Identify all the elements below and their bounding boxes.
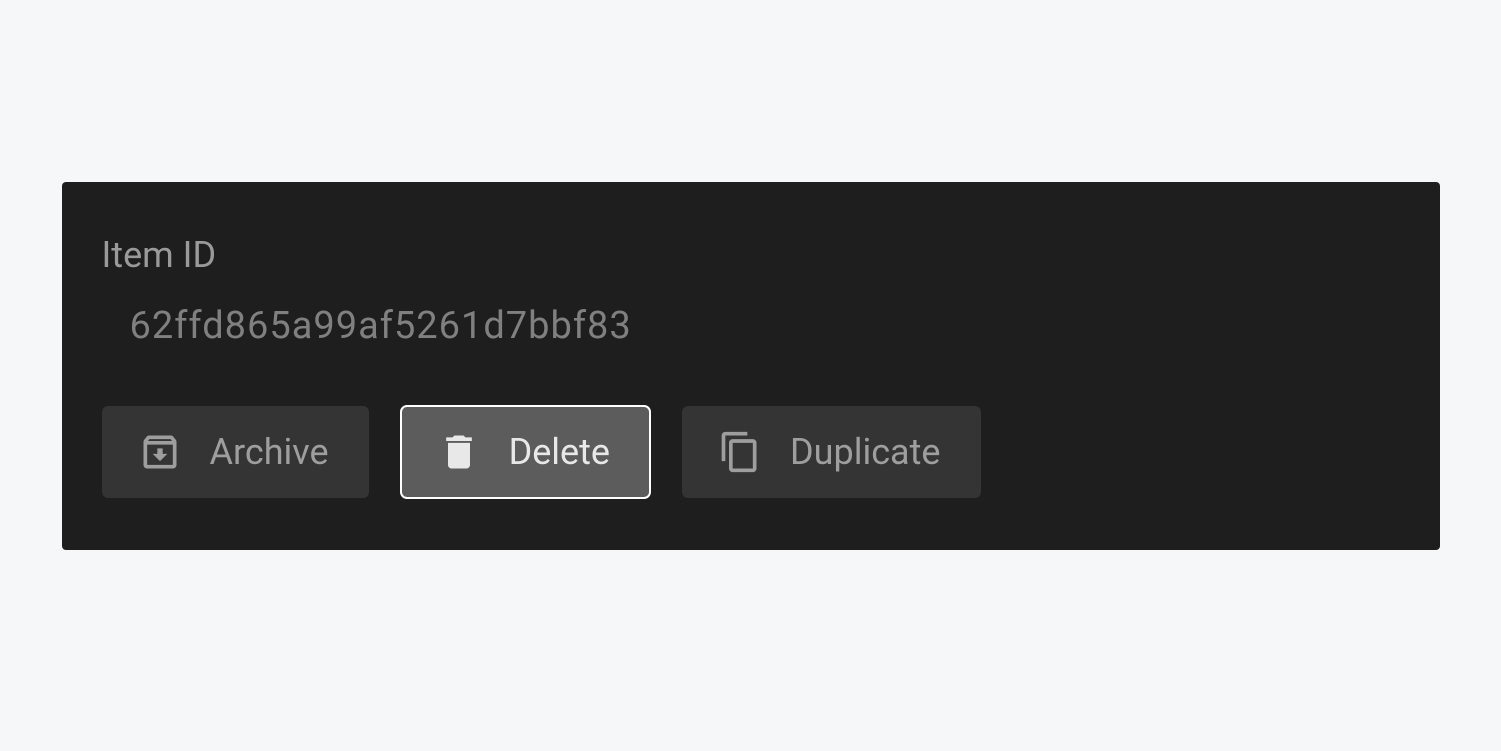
item-id-value: 62ffd865a99af5261d7bbf83 xyxy=(130,304,1400,348)
duplicate-button-label: Duplicate xyxy=(790,431,941,473)
archive-button[interactable]: Archive xyxy=(102,406,369,498)
archive-icon xyxy=(138,430,182,474)
item-panel: Item ID 62ffd865a99af5261d7bbf83 Archive… xyxy=(62,182,1440,550)
item-id-label: Item ID xyxy=(102,234,1400,276)
duplicate-button[interactable]: Duplicate xyxy=(682,406,981,498)
action-button-row: Archive Delete Duplicate xyxy=(102,406,1400,498)
delete-button[interactable]: Delete xyxy=(401,406,650,498)
duplicate-icon xyxy=(718,430,762,474)
delete-button-label: Delete xyxy=(509,431,610,473)
archive-button-label: Archive xyxy=(210,431,329,473)
trash-icon xyxy=(437,430,481,474)
